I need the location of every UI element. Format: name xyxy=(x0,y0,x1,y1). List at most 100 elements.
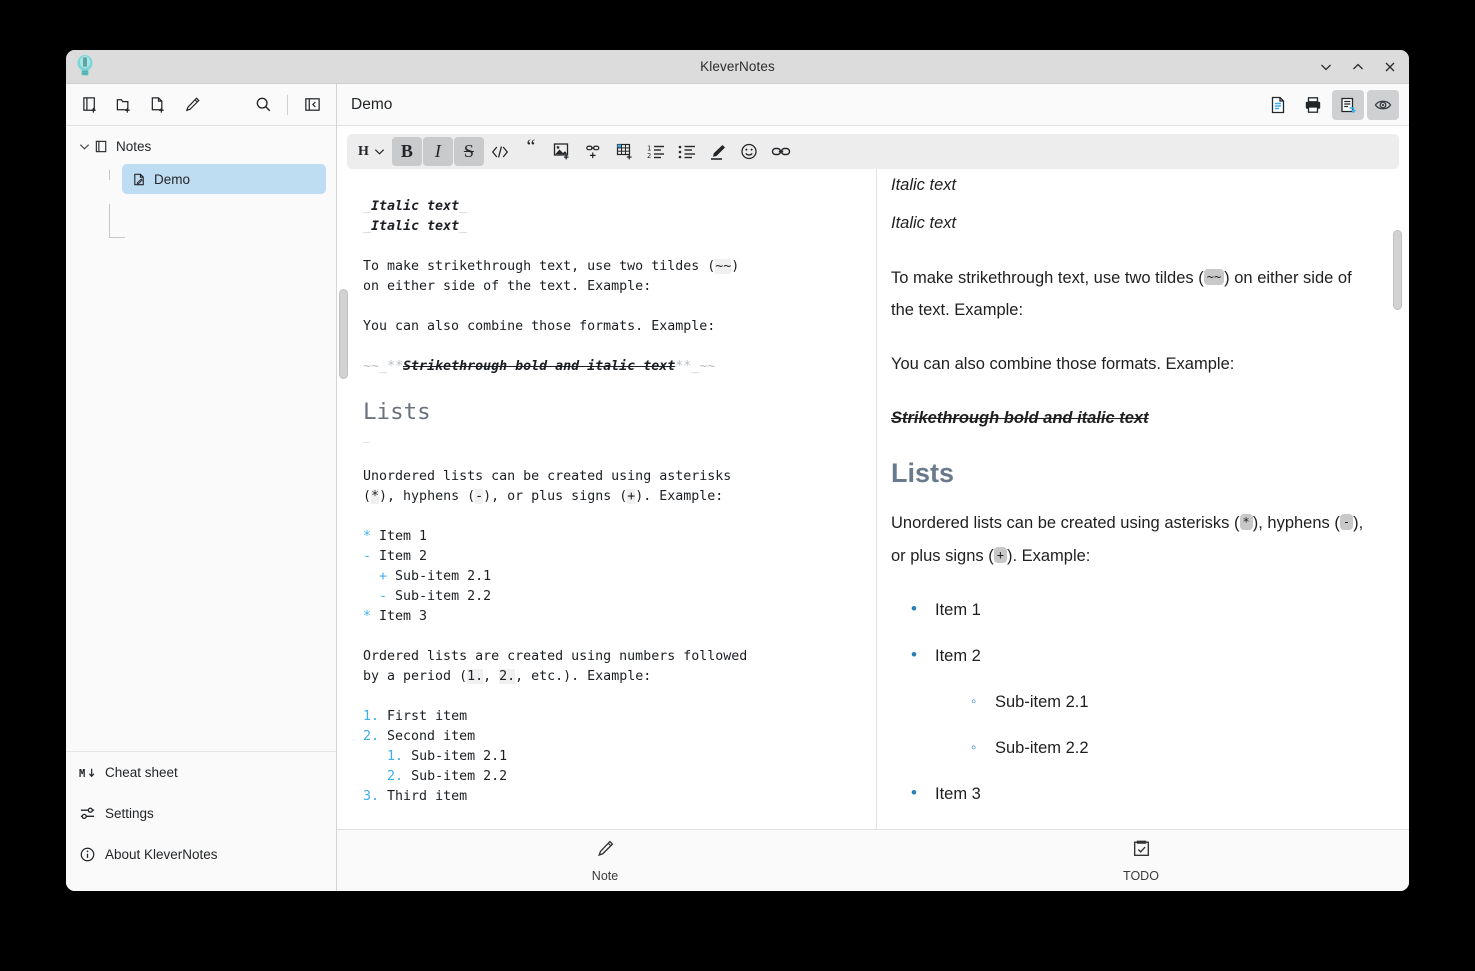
editor-toggle-icon[interactable] xyxy=(1332,90,1364,120)
link-add-icon xyxy=(583,142,604,161)
code-icon xyxy=(490,143,510,161)
inline-code-asterisk: * xyxy=(1240,514,1253,530)
image-add-icon xyxy=(552,142,572,161)
markdown-icon: M xyxy=(78,766,96,780)
italic-icon: I xyxy=(435,141,441,162)
editor-list-item: Item 2 xyxy=(379,549,427,564)
sidebar-footer: M Cheat sheet S xyxy=(66,751,336,891)
maximize-icon[interactable] xyxy=(1347,56,1369,78)
close-icon[interactable] xyxy=(1379,56,1401,78)
insert-link-button[interactable] xyxy=(578,137,609,166)
preview-paragraph-strikethrough: To make strikethrough text, use two tild… xyxy=(891,261,1377,326)
unordered-list-icon xyxy=(677,143,697,161)
printer-icon[interactable] xyxy=(1297,90,1329,120)
strikethrough-button[interactable]: S xyxy=(454,137,484,166)
note-link-icon xyxy=(770,144,792,160)
list-item: Sub-item 2.2 xyxy=(965,732,1377,764)
tree-guide-line xyxy=(109,237,125,238)
sidebar-collapse-icon[interactable] xyxy=(296,90,328,120)
document-header: Demo xyxy=(337,84,1409,126)
tab-label: Note xyxy=(592,869,618,883)
bold-icon: B xyxy=(401,141,413,162)
preview-italic-1: Italic text xyxy=(891,169,1377,201)
ordered-list-button[interactable]: 1 2 xyxy=(641,137,671,166)
unordered-list-button[interactable] xyxy=(672,137,702,166)
tab-note[interactable]: Note xyxy=(337,830,873,892)
preview-paragraph-combine: You can also combine those formats. Exam… xyxy=(891,348,1377,380)
list-item: Item 3 xyxy=(905,778,1377,810)
ordered-list-icon: 1 2 xyxy=(646,143,666,161)
pencil-icon[interactable] xyxy=(176,90,208,120)
notes-tree: Notes Demo xyxy=(66,126,336,751)
insert-table-button[interactable] xyxy=(610,137,640,166)
preview-heading-lists: Lists xyxy=(891,456,1377,490)
sidebar-item-cheat-sheet[interactable]: M Cheat sheet xyxy=(66,752,336,793)
preview-nested-list: Sub-item 2.1 Sub-item 2.2 xyxy=(935,686,1377,764)
sidebar-item-settings[interactable]: Settings xyxy=(66,793,336,834)
heading-icon: H xyxy=(358,144,369,160)
svg-text:2: 2 xyxy=(647,152,651,160)
list-item: Item 1 xyxy=(905,594,1377,626)
preview-paragraph-unordered: Unordered lists can be created using ast… xyxy=(891,506,1377,572)
editor-list-item: Item 3 xyxy=(379,609,427,624)
code-block-button[interactable] xyxy=(485,137,515,166)
chevron-down-icon[interactable] xyxy=(78,140,94,153)
editor-list-item: First item xyxy=(387,709,467,724)
editor-list-item: Sub-item 2.1 xyxy=(395,569,491,584)
preview-scrollbar[interactable] xyxy=(1393,230,1402,310)
quote-button[interactable]: “ xyxy=(516,137,546,166)
pencil-icon xyxy=(595,838,616,864)
editor-strike-example: Strikethrough bold and italic text xyxy=(403,359,675,374)
preview-strike-example: Strikethrough bold and italic text xyxy=(891,402,1377,434)
notebook-icon xyxy=(94,139,116,154)
editor-line: Unordered lists can be created using ast… xyxy=(363,469,731,504)
editor-scrollbar[interactable] xyxy=(339,289,348,379)
editor-heading-lists: Lists xyxy=(363,399,431,425)
folder-add-icon[interactable] xyxy=(108,90,140,120)
tab-label: TODO xyxy=(1123,869,1159,883)
eye-icon[interactable] xyxy=(1367,90,1399,120)
page-title: Demo xyxy=(351,96,392,114)
markdown-editor[interactable]: _Italic text_ _Italic text_ To make stri… xyxy=(337,169,877,829)
markdown-preview[interactable]: Italic text Italic text To make striketh… xyxy=(877,169,1409,829)
search-icon[interactable] xyxy=(247,90,279,120)
todo-checklist-icon xyxy=(1131,838,1152,864)
bold-button[interactable]: B xyxy=(392,137,422,166)
preview-paragraph-ordered: Ordered lists are created using numbers … xyxy=(891,824,1377,829)
emoji-button[interactable] xyxy=(734,137,764,166)
window-controls xyxy=(1315,50,1401,84)
tab-todo[interactable]: TODO xyxy=(873,830,1409,892)
editor-content: _Italic text_ _Italic text_ To make stri… xyxy=(363,177,866,827)
note-add-icon[interactable] xyxy=(74,90,106,120)
preview-content: Italic text Italic text To make striketh… xyxy=(891,169,1377,829)
sidebar-item-demo[interactable]: Demo xyxy=(122,164,326,194)
italic-button[interactable]: I xyxy=(423,137,453,166)
highlight-button[interactable] xyxy=(703,137,733,166)
tree-guide-line xyxy=(109,204,110,238)
editor-italic-1: Italic text xyxy=(371,199,459,214)
sidebar-item-notes[interactable]: Notes xyxy=(66,132,336,160)
preview-unordered-list: Item 1 Item 2 Sub-item 2.1 Sub-item 2.2 … xyxy=(891,594,1377,810)
insert-image-button[interactable] xyxy=(547,137,577,166)
editor-list-item: Item 1 xyxy=(379,529,427,544)
quote-icon: “ xyxy=(526,142,535,152)
markdown-toolbar: H B I S xyxy=(347,134,1399,169)
marker-icon xyxy=(708,143,728,161)
lightbulb-logo xyxy=(74,53,96,79)
emoji-icon xyxy=(739,142,759,161)
sidebar-item-about[interactable]: About KleverNotes xyxy=(66,834,336,875)
editor-list-item: Third item xyxy=(387,789,467,804)
heading-dropdown[interactable]: H xyxy=(353,137,391,166)
title-bar: KleverNotes xyxy=(66,50,1409,84)
sidebar: Notes Demo xyxy=(66,84,337,891)
svg-text:M: M xyxy=(79,767,85,779)
sidebar-link-label: Settings xyxy=(105,806,154,821)
inline-code-hyphen: - xyxy=(1340,514,1353,530)
file-add-icon[interactable] xyxy=(142,90,174,120)
app-window: KleverNotes xyxy=(66,50,1409,891)
window-title: KleverNotes xyxy=(66,59,1409,74)
minimize-icon[interactable] xyxy=(1315,56,1337,78)
note-link-button[interactable] xyxy=(765,137,797,166)
document-export-icon[interactable] xyxy=(1262,90,1294,120)
list-item: Sub-item 2.1 xyxy=(965,686,1377,718)
